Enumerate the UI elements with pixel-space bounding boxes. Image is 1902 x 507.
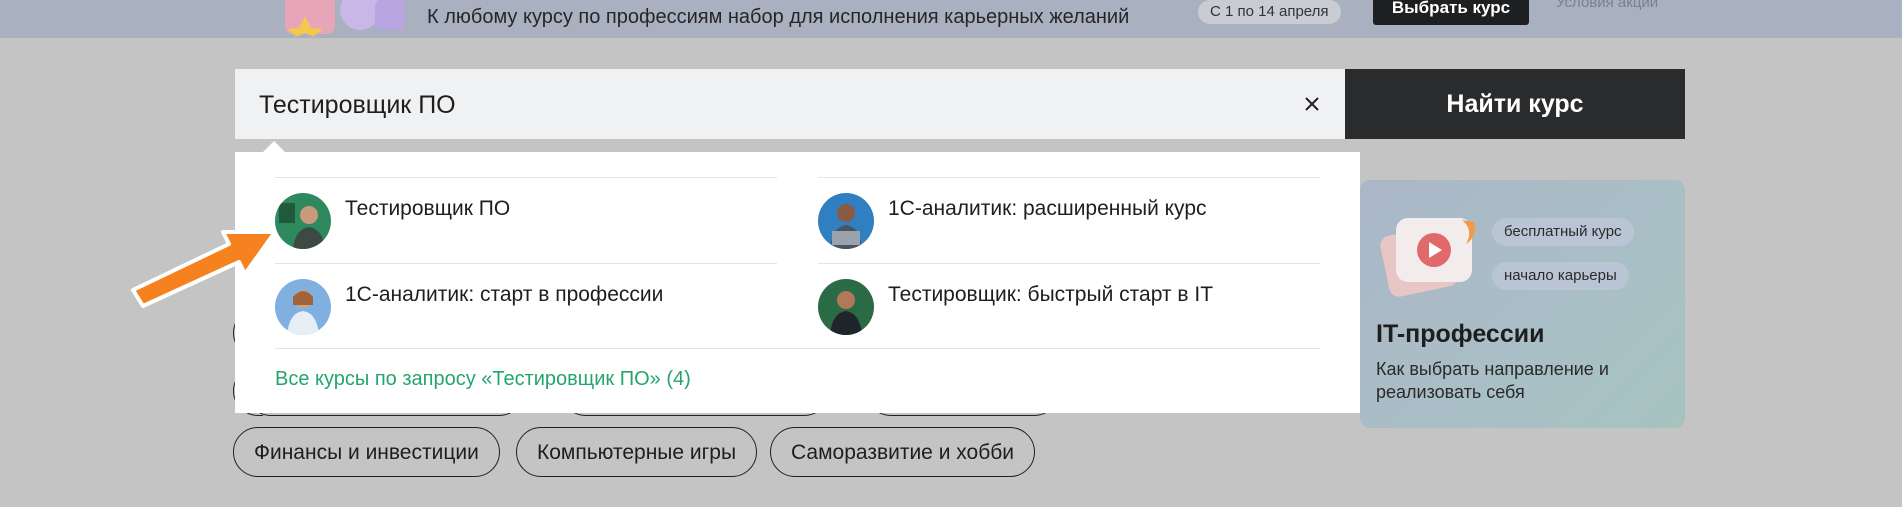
close-icon[interactable]: [1299, 91, 1325, 117]
all-results-link[interactable]: Все курсы по запросу «Тестировщик ПО» (4…: [275, 368, 691, 391]
tag-finance[interactable]: Финансы и инвестиции: [233, 427, 500, 477]
career-start-badge: начало карьеры: [1492, 262, 1629, 290]
card-subtitle: Как выбрать направление и реализовать се…: [1376, 359, 1609, 402]
promo-banner: К любому курсу по профессиям набор для и…: [0, 0, 1902, 38]
search-box[interactable]: Тестировщик ПО: [235, 69, 1345, 139]
promo-terms-link[interactable]: Условия акции: [1556, 0, 1658, 11]
video-play-icon: [1380, 218, 1475, 297]
card-title: IT-профессии: [1376, 320, 1545, 348]
course-avatar: [818, 193, 874, 249]
promo-text: К любому курсу по профессиям набор для и…: [427, 6, 1130, 28]
course-avatar: [275, 193, 331, 249]
choose-course-button[interactable]: Выбрать курс: [1373, 0, 1529, 25]
course-avatar: [818, 279, 874, 335]
suggestion-title: Тестировщик: быстрый старт в IT: [888, 283, 1214, 306]
search-input[interactable]: Тестировщик ПО: [259, 91, 456, 120]
suggestion-item[interactable]: Тестировщик: быстрый старт в IT: [818, 263, 1318, 349]
free-course-badge: бесплатный курс: [1492, 218, 1634, 246]
suggestion-item[interactable]: 1С-аналитик: старт в профессии: [275, 263, 775, 349]
search-suggestions-dropdown: Тестировщик ПО 1С-аналитик: расширенный …: [235, 152, 1360, 413]
tag-self-development[interactable]: Саморазвитие и хобби: [770, 427, 1035, 477]
tag-computer-games[interactable]: Компьютерные игры: [516, 427, 758, 477]
it-professions-card[interactable]: бесплатный курс начало карьеры IT-профес…: [1360, 180, 1685, 428]
promo-date-badge: С 1 по 14 апреля: [1198, 0, 1341, 24]
course-avatar: [275, 279, 331, 335]
suggestion-title: Тестировщик ПО: [345, 197, 511, 220]
suggestion-title: 1С-аналитик: расширенный курс: [888, 197, 1207, 220]
gift-illustration-icon: [285, 0, 405, 38]
find-course-button[interactable]: Найти курс: [1345, 69, 1685, 139]
suggestion-title: 1С-аналитик: старт в профессии: [345, 283, 664, 306]
suggestion-item[interactable]: 1С-аналитик: расширенный курс: [818, 177, 1318, 263]
suggestion-item[interactable]: Тестировщик ПО: [275, 177, 775, 263]
